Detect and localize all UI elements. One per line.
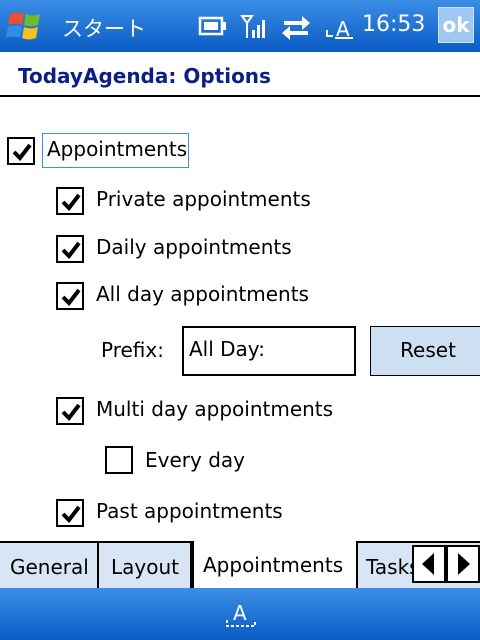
appointments-checkbox[interactable] (7, 137, 35, 165)
keyboard-icon[interactable]: A (224, 598, 258, 634)
every-day-label[interactable]: Every day (145, 448, 245, 472)
tab-appointments[interactable]: Appointments (192, 541, 358, 588)
ok-button[interactable]: ok (438, 7, 474, 43)
all-day-appointments-label[interactable]: All day appointments (96, 282, 309, 306)
input-method-icon[interactable]: A (325, 12, 355, 41)
page-title: TodayAgenda: Options (18, 64, 271, 88)
prefix-input[interactable]: All Day: (182, 326, 356, 376)
title-bar: スタート A 16:53 ok (0, 0, 480, 52)
all-day-appointments-checkbox[interactable] (56, 282, 84, 310)
reset-button[interactable]: Reset (370, 326, 480, 376)
svg-text:A: A (336, 17, 350, 40)
private-appointments-label[interactable]: Private appointments (96, 187, 311, 211)
tab-scroll-right-button[interactable] (446, 545, 480, 583)
past-appointments-checkbox[interactable] (56, 499, 84, 527)
windows-flag-icon[interactable] (6, 8, 46, 44)
every-day-checkbox[interactable] (105, 446, 133, 474)
tab-general[interactable]: General (0, 543, 99, 588)
multi-day-appointments-label[interactable]: Multi day appointments (96, 397, 333, 421)
private-appointments-checkbox[interactable] (56, 187, 84, 215)
daily-appointments-label[interactable]: Daily appointments (96, 235, 292, 259)
signal-icon[interactable] (240, 12, 270, 40)
past-appointments-label[interactable]: Past appointments (96, 499, 283, 523)
daily-appointments-checkbox[interactable] (56, 235, 84, 263)
clock[interactable]: 16:53 (362, 12, 425, 37)
appointments-label[interactable]: Appointments (47, 137, 187, 161)
prefix-label: Prefix: (101, 338, 164, 362)
sync-icon[interactable] (280, 12, 312, 40)
tab-layout[interactable]: Layout (99, 543, 192, 588)
title-divider (0, 95, 480, 97)
battery-icon[interactable] (198, 12, 228, 40)
svg-text:A: A (233, 601, 247, 625)
menu-bar: A (0, 588, 480, 640)
start-menu-label[interactable]: スタート (62, 13, 146, 43)
tab-scroll-left-button[interactable] (412, 545, 446, 583)
multi-day-appointments-checkbox[interactable] (56, 397, 84, 425)
tab-tasks[interactable]: Tasks (358, 543, 418, 588)
